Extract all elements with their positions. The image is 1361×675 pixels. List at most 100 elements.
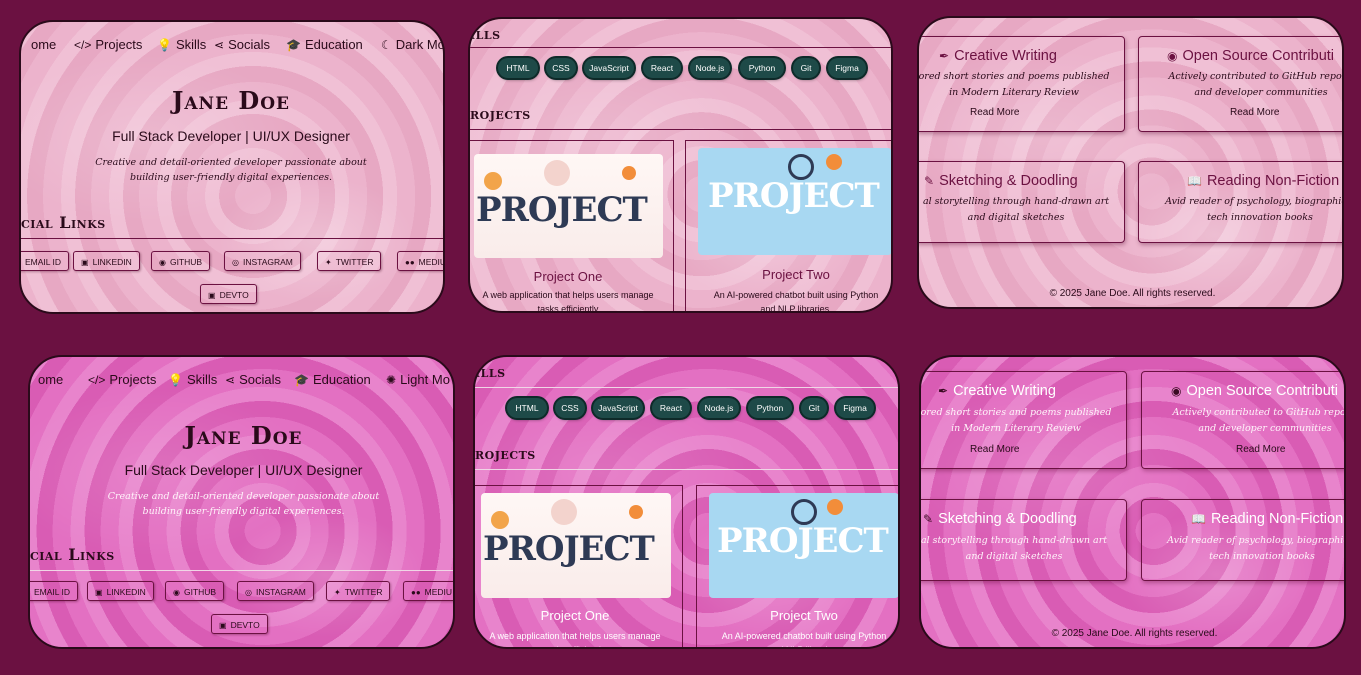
skill-pill-figma: Figma xyxy=(828,58,866,78)
github-button-label: GITHUB xyxy=(169,257,203,267)
linkedin-button[interactable]: ▣ LINKEDIN xyxy=(87,581,154,601)
decor-circle xyxy=(629,505,643,519)
project-two-desc-line1: An AI-powered chatbot built using Python xyxy=(721,631,887,641)
sketching-title-text: Sketching & Doodling xyxy=(939,173,1078,189)
project-two-desc: An AI-powered chatbot built using Python… xyxy=(688,288,891,311)
project-two-desc-line2: and NLP libraries. xyxy=(695,643,898,647)
sketching-desc-line2: and digital sketches xyxy=(967,212,1065,223)
skill-pill-html: HTML xyxy=(498,58,538,78)
creative-writing-title: ✒ Creative Writing xyxy=(939,48,1057,64)
open-source-read-more-link[interactable]: Read More xyxy=(1236,444,1285,455)
skill-label: Figma xyxy=(835,63,859,73)
github-button[interactable]: ◉ GITHUB xyxy=(165,581,225,601)
linkedin-button[interactable]: ▣ LINKEDIN xyxy=(73,251,140,271)
footer-copyright: © 2025 Jane Doe. All rights reserved. xyxy=(1051,628,1218,639)
graduation-cap-icon: 🎓 xyxy=(286,38,301,52)
project-one-title: Project One xyxy=(540,608,610,623)
github-icon: ◉ xyxy=(1171,384,1182,398)
skill-pill-javascript: JavaScript xyxy=(584,58,634,78)
medium-button-label: MEDIU xyxy=(418,257,445,267)
email-button-label: EMAIL ID xyxy=(25,257,62,267)
skill-pill-git: Git xyxy=(801,398,827,418)
hero-name: Jane Doe xyxy=(172,86,290,115)
nav-education-link[interactable]: 🎓 Education xyxy=(294,372,371,387)
nav-education-link[interactable]: 🎓 Education xyxy=(286,37,363,52)
project-one-desc-line1: A web application that helps users manag… xyxy=(489,631,661,641)
code-icon: </> xyxy=(88,373,106,387)
hero-panel-light: ome </> Projects 💡 Skills ⋖ Socials 🎓 Educat… xyxy=(19,20,445,314)
nav-projects-label: Projects xyxy=(95,37,143,52)
skills-projects-panel-light: ills HTML CSS JavaScript React Node.js P… xyxy=(468,17,893,313)
code-icon: </> xyxy=(74,38,92,52)
creative-writing-read-more-link[interactable]: Read More xyxy=(970,444,1019,455)
github-button[interactable]: ◉ GITHUB xyxy=(151,251,211,271)
book-icon: 📖 xyxy=(1187,174,1202,188)
dark-mode-toggle[interactable]: ☾ Dark Mo xyxy=(381,37,443,52)
nav-education-label: Education xyxy=(304,37,363,52)
creative-writing-title-text: Creative Writing xyxy=(954,48,1057,64)
reading-title: 📖 Reading Non-Fiction xyxy=(1187,173,1339,189)
devto-button[interactable]: ▣ DEVTO xyxy=(211,614,268,634)
nav-skills-link[interactable]: 💡 Skills xyxy=(168,372,217,387)
light-mode-toggle[interactable]: ✺ Light Mo xyxy=(386,372,450,387)
skills-projects-panel-dark: ills HTML CSS JavaScript React Node.js P… xyxy=(473,355,900,649)
project-one-desc-line2: tasks efficiently xyxy=(537,304,599,313)
sketching-desc-line2: and digital sketches xyxy=(965,551,1063,562)
decor-circle xyxy=(544,160,570,186)
nav-projects-link[interactable]: </> Projects xyxy=(74,37,142,52)
nav-projects-link[interactable]: </> Projects xyxy=(88,372,156,387)
email-button[interactable]: EMAIL ID xyxy=(21,251,70,271)
twitter-button[interactable]: ✦ TWITTER xyxy=(326,581,391,601)
instagram-button-label: INSTAGRAM xyxy=(255,587,306,597)
project-one-image: PROJECT xyxy=(474,154,663,258)
open-source-title: ◉ Open Source Contributi xyxy=(1167,48,1334,64)
decor-circle xyxy=(622,166,636,180)
section-divider xyxy=(475,387,898,388)
skill-pill-react: React xyxy=(643,58,681,78)
creative-writing-desc: ored short stories and poems published i… xyxy=(919,69,1119,101)
creative-writing-desc: ored short stories and poems published i… xyxy=(921,405,1121,437)
linkedin-icon: ▣ xyxy=(95,588,103,597)
projects-heading: rojects xyxy=(470,104,531,123)
project-one-desc-line1: A web application that helps users manag… xyxy=(482,290,654,300)
skill-pill-git: Git xyxy=(793,58,819,78)
decor-circle xyxy=(484,172,502,190)
hero-role: Full Stack Developer | UI/UX Designer xyxy=(124,462,363,478)
medium-button[interactable]: ●● MEDIU xyxy=(397,251,445,271)
creative-writing-title: ✒ Creative Writing xyxy=(938,383,1056,399)
section-divider xyxy=(475,469,898,470)
creative-writing-read-more-link[interactable]: Read More xyxy=(970,107,1019,118)
skill-pill-react: React xyxy=(652,398,690,418)
instagram-button[interactable]: ◎ INSTAGRAM xyxy=(237,581,314,601)
sketching-desc: al storytelling through hand-drawn art a… xyxy=(919,194,1121,226)
nav-skills-link[interactable]: 💡 Skills xyxy=(157,37,206,52)
nav-socials-link[interactable]: ⋖ Socials xyxy=(214,37,270,52)
hero-bio-line2: building user-friendly digital experienc… xyxy=(142,506,345,517)
open-source-desc-line1: Actively contributed to GitHub reposit xyxy=(1172,407,1346,418)
project-one-image-text: PROJECT xyxy=(476,190,648,230)
devto-button[interactable]: ▣ DEVTO xyxy=(200,284,257,304)
pencil-icon: ✎ xyxy=(924,174,935,188)
email-button[interactable]: EMAIL ID xyxy=(30,581,79,601)
github-button-label: GITHUB xyxy=(183,587,217,597)
nav-socials-link[interactable]: ⋖ Socials xyxy=(225,372,281,387)
reading-title-text: Reading Non-Fiction xyxy=(1210,511,1344,527)
hobbies-panel-light: ✒ Creative Writing ored short stories and… xyxy=(917,16,1344,309)
open-source-title-text: Open Source Contributi xyxy=(1182,48,1335,64)
reading-desc: Avid reader of psychology, biographies, … xyxy=(1157,533,1344,565)
twitter-button[interactable]: ✦ TWITTER xyxy=(317,251,382,271)
medium-button-label: MEDIU xyxy=(424,587,453,597)
project-one-desc-line2: tasks efficiently xyxy=(475,643,675,647)
skill-pill-python: Python xyxy=(740,58,784,78)
nav-home-link[interactable]: ome xyxy=(31,37,56,52)
nav-home-link[interactable]: ome xyxy=(38,372,63,387)
decor-circle xyxy=(491,511,509,529)
twitter-button-label: TWITTER xyxy=(344,587,383,597)
open-source-read-more-link[interactable]: Read More xyxy=(1230,107,1279,118)
open-source-desc-line2: and developer communities xyxy=(1194,87,1328,98)
decor-circle xyxy=(826,154,842,170)
project-one-desc: A web application that helps users manag… xyxy=(470,288,666,313)
instagram-button[interactable]: ◎ INSTAGRAM xyxy=(224,251,301,271)
twitter-icon: ✦ xyxy=(334,588,341,597)
medium-button[interactable]: ●● MEDIU xyxy=(403,581,453,601)
